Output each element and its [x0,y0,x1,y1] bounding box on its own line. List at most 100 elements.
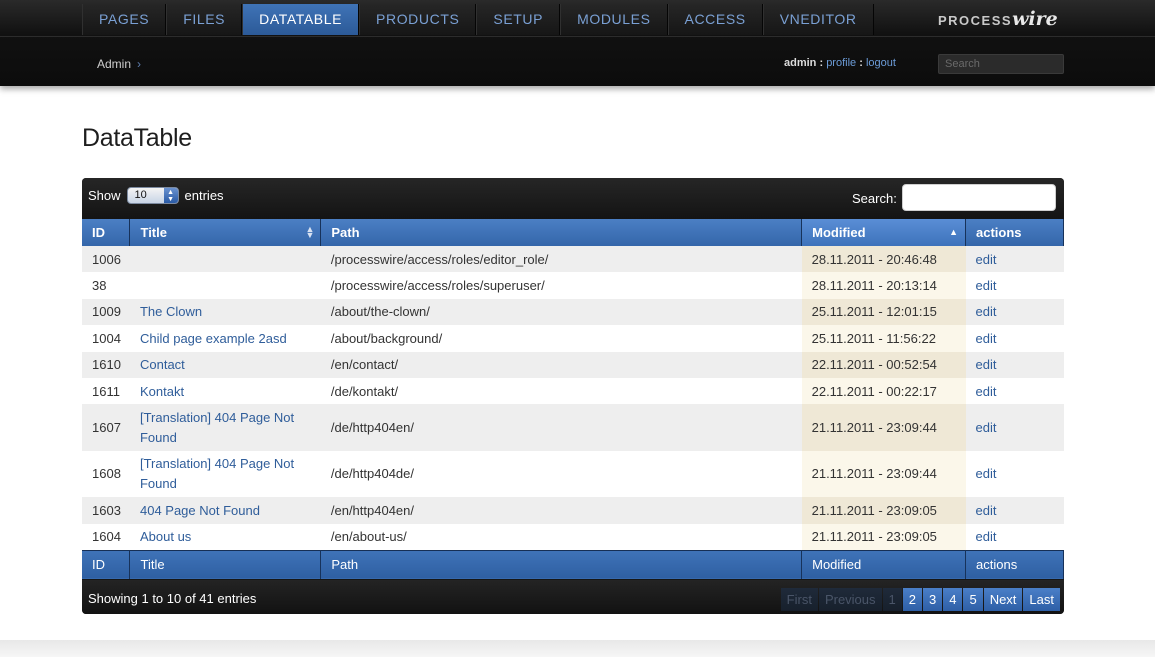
title-link[interactable]: Contact [140,357,185,372]
cell-title[interactable] [129,246,321,273]
pagination-first-button[interactable]: First [780,588,818,611]
edit-link[interactable]: edit [976,252,997,267]
pagination-previous-button[interactable]: Previous [818,588,882,611]
col-footer-id: ID [82,549,131,580]
cell-id: 38 [82,272,130,299]
cell-id: 1004 [82,325,130,352]
sort-both-icon: ▲ ▼ [305,224,315,240]
table-row: 1006 /processwire/access/roles/editor_ro… [82,246,1064,273]
logo-text-process: PROCESS [938,13,1013,28]
profile-link[interactable]: profile [826,57,856,69]
cell-modified: 21.11.2011 - 23:09:44 [801,404,966,451]
nav-tab-setup[interactable]: SETUP [476,4,561,35]
pagination-next-button[interactable]: Next [983,588,1023,611]
header-search-input[interactable] [938,54,1064,74]
select-arrows-icon: ▲ ▼ [163,188,178,203]
entries-per-page-value: 10 [134,189,147,201]
cell-path: /processwire/access/roles/superuser/ [320,272,802,299]
table-row: 1603 404 Page Not Found /en/http404en/ 2… [82,497,1064,524]
cell-path: /en/http404en/ [320,497,802,524]
pagination: First Previous 1 2 3 4 5 Next Last [780,588,1060,611]
title-link[interactable]: [Translation] 404 Page Not Found [140,456,294,491]
table-footer-row: ID Title Path Modified actions [82,549,1064,580]
pagination-page-2[interactable]: 2 [902,588,922,611]
table-header-row: ID Title ▲ ▼ Path Modified ▲ actions [82,219,1064,246]
cell-actions: edit [965,450,1064,498]
user-links: admin : profile : logout [784,57,896,69]
edit-link[interactable]: edit [976,331,997,346]
cell-id: 1610 [82,351,130,378]
cell-actions: edit [965,497,1064,524]
cell-modified: 25.11.2011 - 11:56:22 [801,325,966,352]
nav-tab-products[interactable]: PRODUCTS [359,4,477,35]
cell-id: 1603 [82,497,130,524]
cell-actions: edit [965,404,1064,451]
nav-tab-access[interactable]: ACCESS [667,4,763,35]
cell-id: 1006 [82,246,130,273]
pagination-page-5[interactable]: 5 [963,588,983,611]
col-header-modified[interactable]: Modified ▲ [801,219,967,246]
cell-actions: edit [965,272,1064,299]
edit-link[interactable]: edit [976,304,997,319]
pagination-page-4[interactable]: 4 [943,588,963,611]
col-header-id[interactable]: ID [82,219,131,246]
edit-link[interactable]: edit [976,357,997,372]
nav-tab-modules[interactable]: MODULES [560,4,668,35]
cell-title[interactable] [129,272,321,299]
processwire-logo[interactable]: PROCESSwire [938,8,1058,30]
pagination-page-1[interactable]: 1 [882,588,902,611]
edit-link[interactable]: edit [976,466,997,481]
entries-per-page-select[interactable]: 10 ▲ ▼ [126,187,179,204]
nav-tab-vneditor[interactable]: VNEDITOR [762,4,874,35]
data-table: ID Title ▲ ▼ Path Modified ▲ actions 1006 /… [82,219,1064,580]
cell-actions: edit [965,351,1064,378]
table-row: 1607 [Translation] 404 Page Not Found /d… [82,404,1064,451]
table-search-input[interactable] [902,184,1056,211]
breadcrumb: Admin › [97,57,141,71]
cell-title[interactable]: Kontakt [129,377,321,405]
title-link[interactable]: The Clown [140,304,202,319]
edit-link[interactable]: edit [976,420,997,435]
nav-tab-files[interactable]: FILES [166,4,243,35]
title-link[interactable]: Child page example 2asd [140,331,287,346]
title-link[interactable]: 404 Page Not Found [140,503,260,518]
cell-title[interactable]: About us [129,523,321,551]
cell-actions: edit [965,298,1064,326]
nav-tab-pages[interactable]: PAGES [82,4,167,35]
col-header-title-label: Title [140,225,167,240]
length-control: Show 10 ▲ ▼ entries [88,187,224,204]
cell-title[interactable]: The Clown [129,298,321,326]
cell-title[interactable]: [Translation] 404 Page Not Found [129,450,321,498]
logout-link[interactable]: logout [866,57,896,69]
cell-path: /de/http404en/ [320,404,802,451]
title-link[interactable]: About us [140,529,191,544]
pagination-last-button[interactable]: Last [1023,588,1060,611]
nav-tab-datatable[interactable]: DATATABLE [242,4,360,35]
col-header-path[interactable]: Path [320,219,803,246]
pagination-page-3[interactable]: 3 [922,588,943,611]
datatable-toolbar: Show 10 ▲ ▼ entries Search: [82,178,1064,219]
edit-link[interactable]: edit [976,384,997,399]
cell-id: 1611 [82,377,130,405]
cell-modified: 28.11.2011 - 20:46:48 [801,246,966,273]
cell-modified: 21.11.2011 - 23:09:05 [801,497,966,524]
title-link[interactable]: Kontakt [140,384,184,399]
col-header-modified-label: Modified [812,225,866,240]
cell-title[interactable]: [Translation] 404 Page Not Found [129,404,321,451]
cell-title[interactable]: Child page example 2asd [129,325,321,352]
edit-link[interactable]: edit [976,529,997,544]
cell-title[interactable]: 404 Page Not Found [129,497,321,524]
col-header-title[interactable]: Title ▲ ▼ [129,219,322,246]
table-search-label: Search: [852,191,897,206]
page-title: DataTable [82,124,192,152]
col-header-actions[interactable]: actions [965,219,1064,246]
title-link[interactable]: [Translation] 404 Page Not Found [140,410,294,445]
cell-path: /about/the-clown/ [320,298,802,326]
logo-text-wire: wire [1012,8,1058,30]
cell-path: /en/about-us/ [320,523,802,551]
edit-link[interactable]: edit [976,278,997,293]
sort-asc-icon: ▲ [949,227,959,237]
breadcrumb-admin[interactable]: Admin [97,57,131,71]
edit-link[interactable]: edit [976,503,997,518]
cell-title[interactable]: Contact [129,351,321,378]
